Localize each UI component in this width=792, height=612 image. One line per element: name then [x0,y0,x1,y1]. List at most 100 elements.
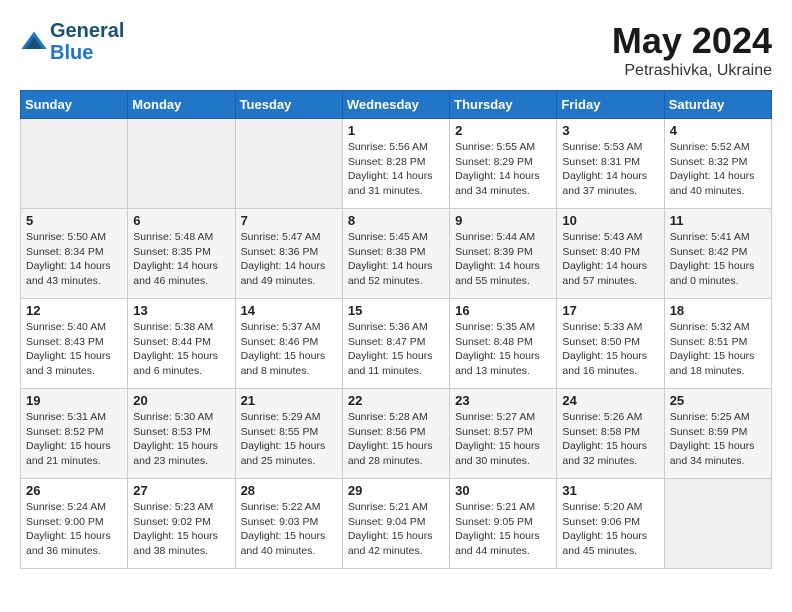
calendar-cell: 8Sunrise: 5:45 AM Sunset: 8:38 PM Daylig… [342,209,449,299]
cell-content: Sunrise: 5:33 AM Sunset: 8:50 PM Dayligh… [562,320,658,379]
calendar-cell: 10Sunrise: 5:43 AM Sunset: 8:40 PM Dayli… [557,209,664,299]
calendar-cell: 28 Sunrise: 5:22 AM Sunset: 9:03 PM Dayli… [235,479,342,569]
logo-text-line1: General [50,20,124,42]
calendar-cell: 21 Sunrise: 5:29 AM Sunset: 8:55 PM Dayli… [235,389,342,479]
cell-content: Sunrise: 5:37 AM Sunset: 8:46 PM Dayligh… [241,320,337,379]
cell-content: Sunrise: 5:50 AM Sunset: 8:34 PM Dayligh… [26,230,122,289]
day-number: 2 [455,123,551,138]
calendar-cell: 20 Sunrise: 5:30 AM Sunset: 8:53 PM Dayli… [128,389,235,479]
cell-content: Sunrise: 5:38 AM Sunset: 8:44 PM Dayligh… [133,320,229,379]
weekday-thursday: Thursday [450,91,557,119]
day-number: 18 [670,303,766,318]
day-number: 14 [241,303,337,318]
cell-content: Sunrise: 5:44 AM Sunset: 8:39 PM Dayligh… [455,230,551,289]
cell-content: Sunrise: 5:47 AM Sunset: 8:36 PM Dayligh… [241,230,337,289]
day-number: 28 [241,483,337,498]
cell-content: Sunrise: 5:28 AM Sunset: 8:56 PM Dayligh… [348,410,444,469]
cell-content: Sunrise: 5:22 AM Sunset: 9:03 PM Dayligh… [241,500,337,559]
calendar-cell: 30 Sunrise: 5:21 AM Sunset: 9:05 PM Dayli… [450,479,557,569]
day-number: 20 [133,393,229,408]
cell-content: Sunrise: 5:24 AM Sunset: 9:00 PM Dayligh… [26,500,122,559]
day-number: 1 [348,123,444,138]
title-section: May 2024 Petrashivka, Ukraine [612,20,772,80]
day-number: 16 [455,303,551,318]
day-number: 30 [455,483,551,498]
calendar-cell [664,479,771,569]
calendar-table: SundayMondayTuesdayWednesdayThursdayFrid… [20,90,772,569]
cell-content: Sunrise: 5:23 AM Sunset: 9:02 PM Dayligh… [133,500,229,559]
calendar-cell: 18 Sunrise: 5:32 AM Sunset: 8:51 PM Dayli… [664,299,771,389]
calendar-cell: 12 Sunrise: 5:40 AM Sunset: 8:43 PM Dayli… [21,299,128,389]
calendar-cell: 6 Sunrise: 5:48 AM Sunset: 8:35 PM Daylig… [128,209,235,299]
day-number: 12 [26,303,122,318]
cell-content: Sunrise: 5:48 AM Sunset: 8:35 PM Dayligh… [133,230,229,289]
weekday-sunday: Sunday [21,91,128,119]
cell-content: Sunrise: 5:30 AM Sunset: 8:53 PM Dayligh… [133,410,229,469]
day-number: 22 [348,393,444,408]
month-title: May 2024 [612,20,772,62]
weekday-wednesday: Wednesday [342,91,449,119]
cell-content: Sunrise: 5:45 AM Sunset: 8:38 PM Dayligh… [348,230,444,289]
day-number: 5 [26,213,122,228]
weekday-header-row: SundayMondayTuesdayWednesdayThursdayFrid… [21,91,772,119]
day-number: 13 [133,303,229,318]
calendar-body: 1 Sunrise: 5:56 AM Sunset: 8:28 PM Daylig… [21,119,772,569]
cell-content: Sunrise: 5:26 AM Sunset: 8:58 PM Dayligh… [562,410,658,469]
calendar-week-3: 12 Sunrise: 5:40 AM Sunset: 8:43 PM Dayli… [21,299,772,389]
day-number: 3 [562,123,658,138]
cell-content: Sunrise: 5:40 AM Sunset: 8:43 PM Dayligh… [26,320,122,379]
calendar-week-1: 1 Sunrise: 5:56 AM Sunset: 8:28 PM Daylig… [21,119,772,209]
cell-content: Sunrise: 5:36 AM Sunset: 8:47 PM Dayligh… [348,320,444,379]
cell-content: Sunrise: 5:32 AM Sunset: 8:51 PM Dayligh… [670,320,766,379]
calendar-cell: 31 Sunrise: 5:20 AM Sunset: 9:06 PM Dayli… [557,479,664,569]
calendar-cell: 2 Sunrise: 5:55 AM Sunset: 8:29 PM Daylig… [450,119,557,209]
cell-content: Sunrise: 5:56 AM Sunset: 8:28 PM Dayligh… [348,140,444,199]
weekday-saturday: Saturday [664,91,771,119]
day-number: 21 [241,393,337,408]
day-number: 24 [562,393,658,408]
weekday-friday: Friday [557,91,664,119]
calendar-cell: 25 Sunrise: 5:25 AM Sunset: 8:59 PM Dayli… [664,389,771,479]
day-number: 17 [562,303,658,318]
calendar-cell [128,119,235,209]
cell-content: Sunrise: 5:53 AM Sunset: 8:31 PM Dayligh… [562,140,658,199]
day-number: 31 [562,483,658,498]
calendar-cell: 11Sunrise: 5:41 AM Sunset: 8:42 PM Dayli… [664,209,771,299]
logo-text-line2: Blue [50,42,124,64]
calendar-cell: 7Sunrise: 5:47 AM Sunset: 8:36 PM Daylig… [235,209,342,299]
calendar-cell: 22 Sunrise: 5:28 AM Sunset: 8:56 PM Dayli… [342,389,449,479]
cell-content: Sunrise: 5:52 AM Sunset: 8:32 PM Dayligh… [670,140,766,199]
calendar-cell: 5 Sunrise: 5:50 AM Sunset: 8:34 PM Daylig… [21,209,128,299]
day-number: 9 [455,213,551,228]
calendar-cell: 24 Sunrise: 5:26 AM Sunset: 8:58 PM Dayli… [557,389,664,479]
day-number: 25 [670,393,766,408]
cell-content: Sunrise: 5:31 AM Sunset: 8:52 PM Dayligh… [26,410,122,469]
day-number: 19 [26,393,122,408]
cell-content: Sunrise: 5:25 AM Sunset: 8:59 PM Dayligh… [670,410,766,469]
cell-content: Sunrise: 5:21 AM Sunset: 9:05 PM Dayligh… [455,500,551,559]
day-number: 6 [133,213,229,228]
calendar-cell: 29 Sunrise: 5:21 AM Sunset: 9:04 PM Dayli… [342,479,449,569]
day-number: 4 [670,123,766,138]
location-title: Petrashivka, Ukraine [612,62,772,80]
weekday-tuesday: Tuesday [235,91,342,119]
weekday-monday: Monday [128,91,235,119]
cell-content: Sunrise: 5:55 AM Sunset: 8:29 PM Dayligh… [455,140,551,199]
calendar-cell: 23Sunrise: 5:27 AM Sunset: 8:57 PM Dayli… [450,389,557,479]
calendar-week-4: 19 Sunrise: 5:31 AM Sunset: 8:52 PM Dayli… [21,389,772,479]
calendar-cell: 13 Sunrise: 5:38 AM Sunset: 8:44 PM Dayli… [128,299,235,389]
cell-content: Sunrise: 5:43 AM Sunset: 8:40 PM Dayligh… [562,230,658,289]
calendar-cell: 3 Sunrise: 5:53 AM Sunset: 8:31 PM Daylig… [557,119,664,209]
logo-icon [20,28,48,56]
cell-content: Sunrise: 5:21 AM Sunset: 9:04 PM Dayligh… [348,500,444,559]
calendar-cell: 9 Sunrise: 5:44 AM Sunset: 8:39 PM Daylig… [450,209,557,299]
cell-content: Sunrise: 5:29 AM Sunset: 8:55 PM Dayligh… [241,410,337,469]
day-number: 29 [348,483,444,498]
day-number: 27 [133,483,229,498]
cell-content: Sunrise: 5:20 AM Sunset: 9:06 PM Dayligh… [562,500,658,559]
day-number: 26 [26,483,122,498]
day-number: 11 [670,213,766,228]
calendar-week-5: 26 Sunrise: 5:24 AM Sunset: 9:00 PM Dayli… [21,479,772,569]
day-number: 23 [455,393,551,408]
calendar-cell: 15Sunrise: 5:36 AM Sunset: 8:47 PM Dayli… [342,299,449,389]
